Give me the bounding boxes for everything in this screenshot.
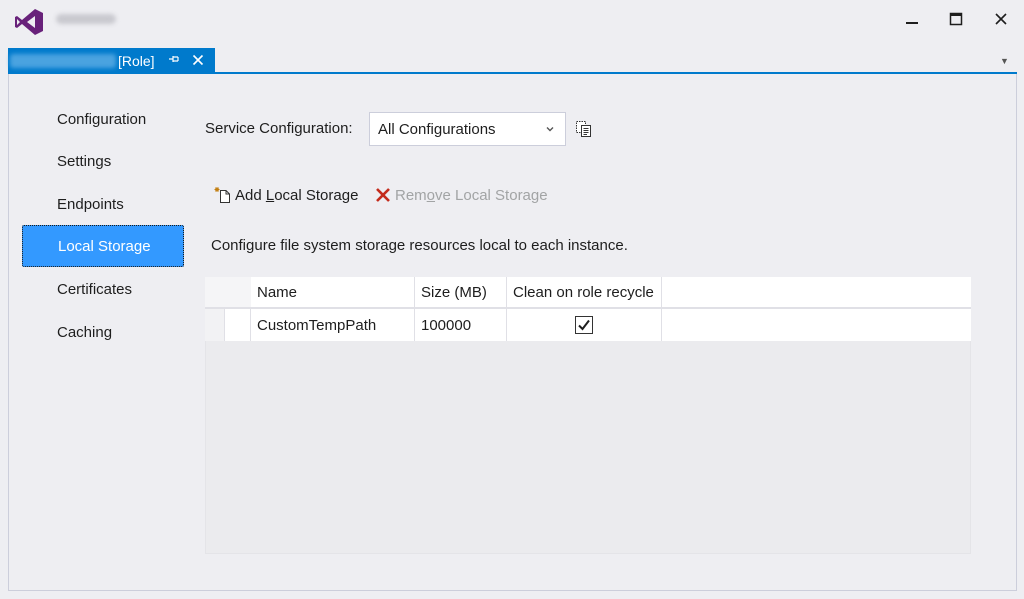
tab-title-redacted	[10, 53, 116, 68]
label-part: ve Local Storage	[435, 186, 548, 204]
label-part: uration:	[302, 120, 353, 137]
nav-item-configuration[interactable]: Configuration	[22, 98, 184, 140]
column-header-clean[interactable]: Clean on role recycle	[507, 277, 662, 307]
title-bar	[0, 0, 1024, 44]
cell-filler	[662, 309, 971, 341]
document-tab[interactable]: [Role]	[8, 48, 215, 73]
delete-x-icon	[373, 185, 393, 205]
label-part: ocal Storage	[274, 186, 359, 204]
cell-size[interactable]: 100000	[415, 309, 507, 341]
tab-close-icon[interactable]	[191, 53, 205, 69]
column-header-filler	[662, 277, 971, 307]
dropdown-selected-value: All Configurations	[378, 120, 496, 138]
nav-item-settings[interactable]: Settings	[22, 140, 184, 182]
maximize-icon	[949, 12, 963, 26]
row-header[interactable]	[205, 309, 251, 341]
access-key: L	[265, 186, 275, 204]
access-key: o	[426, 186, 436, 204]
nav-item-certificates[interactable]: Certificates	[22, 268, 184, 310]
remove-local-storage-button[interactable]: Rem o ve Local Storage	[373, 185, 548, 205]
label-part: Add	[235, 186, 266, 204]
column-header-name[interactable]: Name	[251, 277, 415, 307]
add-local-storage-button[interactable]: Add Local Storage	[213, 185, 358, 205]
checkmark-icon	[578, 319, 590, 331]
table-row[interactable]: CustomTempPath 100000	[205, 309, 971, 341]
tab-label: [Role]	[118, 52, 155, 69]
cell-clean[interactable]	[507, 309, 662, 341]
add-document-icon	[213, 185, 233, 205]
tab-overflow-dropdown-icon[interactable]: ▼	[1000, 56, 1009, 66]
service-configuration-label: Service Configuration:	[205, 120, 353, 137]
label-part: Service Confi	[205, 120, 295, 137]
service-configuration-dropdown[interactable]: All Configurations	[369, 112, 566, 146]
nav-item-caching[interactable]: Caching	[22, 311, 184, 353]
manage-configurations-icon[interactable]	[574, 118, 594, 138]
column-header-size[interactable]: Size (MB)	[415, 277, 507, 307]
row-selector	[205, 309, 225, 341]
window-title-redacted	[56, 14, 116, 24]
minimize-icon	[906, 22, 918, 24]
close-icon	[995, 13, 1007, 25]
nav-item-endpoints[interactable]: Endpoints	[22, 183, 184, 225]
clean-on-recycle-checkbox[interactable]	[575, 316, 593, 334]
nav-item-local-storage[interactable]: Local Storage	[22, 225, 184, 267]
close-window-button[interactable]	[987, 8, 1015, 30]
access-key: g	[294, 120, 303, 137]
visual-studio-logo-icon	[15, 9, 43, 35]
maximize-button[interactable]	[942, 8, 970, 30]
minimize-button[interactable]	[898, 8, 926, 30]
local-storage-grid: Name Size (MB) Clean on role recycle Cus…	[205, 277, 971, 341]
description-text: Configure file system storage resources …	[211, 237, 628, 254]
pin-icon[interactable]	[167, 53, 181, 68]
chevron-down-icon	[545, 124, 555, 137]
grid-header-row: Name Size (MB) Clean on role recycle	[205, 277, 971, 309]
row-header-corner	[205, 277, 251, 307]
label-part: Rem	[395, 186, 427, 204]
cell-name[interactable]: CustomTempPath	[251, 309, 415, 341]
